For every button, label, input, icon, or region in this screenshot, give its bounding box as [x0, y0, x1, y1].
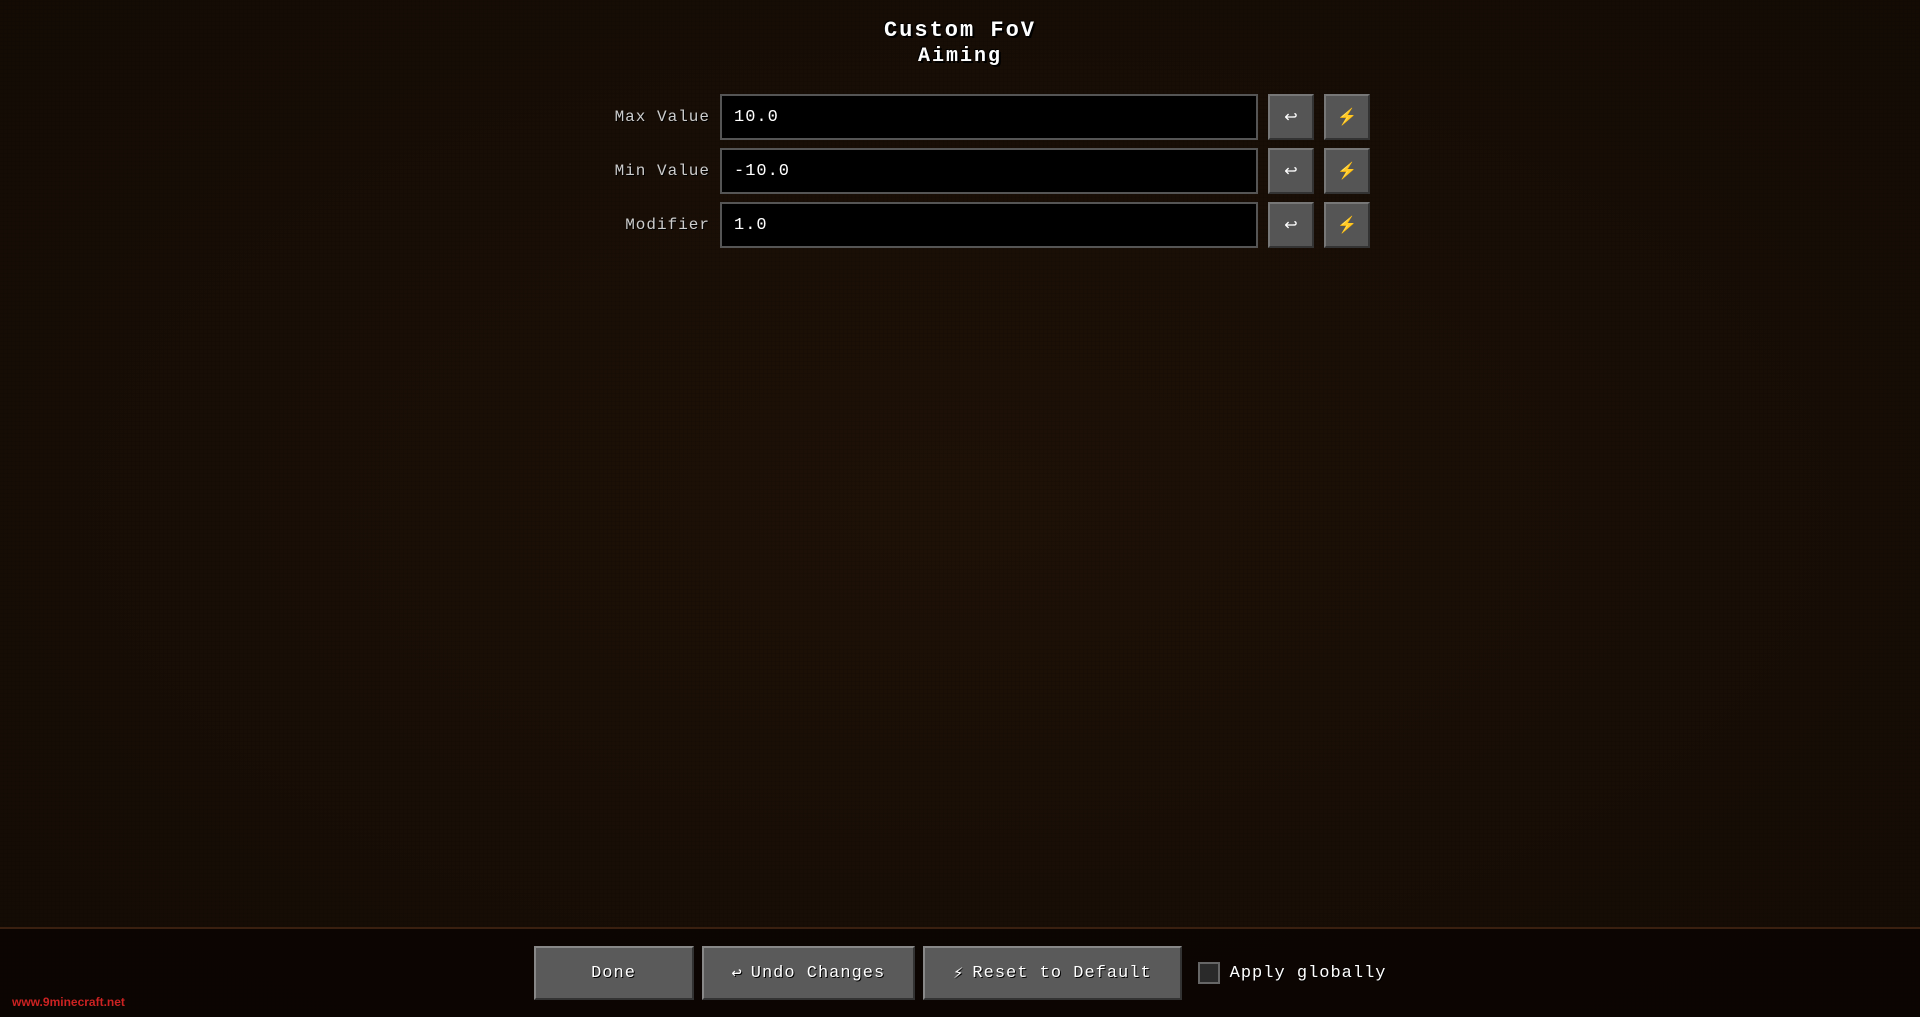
undo-icon: ↩	[1284, 215, 1297, 235]
reset-icon: ⚡	[1337, 215, 1357, 235]
watermark: www.9minecraft.net	[12, 995, 125, 1009]
reset-to-default-icon: ⚡	[953, 963, 964, 984]
undo-changes-button[interactable]: ↩ Undo Changes	[702, 946, 916, 1000]
done-button[interactable]: Done	[534, 946, 694, 1000]
min-value-reset-button[interactable]: ⚡	[1324, 148, 1370, 194]
undo-icon: ↩	[1284, 161, 1297, 181]
page-title-sub: Aiming	[0, 45, 1920, 68]
apply-globally-container: Apply globally	[1198, 962, 1387, 984]
reset-to-default-label: Reset to Default	[972, 964, 1151, 983]
max-value-label: Max Value	[550, 108, 710, 126]
max-value-input[interactable]	[720, 94, 1258, 140]
bottom-bar: Done ↩ Undo Changes ⚡ Reset to Default A…	[0, 927, 1920, 1017]
min-value-undo-button[interactable]: ↩	[1268, 148, 1314, 194]
page-title-main: Custom FoV	[0, 18, 1920, 43]
min-value-row: Min Value ↩ ⚡	[550, 148, 1370, 194]
apply-globally-checkbox[interactable]	[1198, 962, 1220, 984]
undo-icon: ↩	[1284, 107, 1297, 127]
reset-icon: ⚡	[1337, 161, 1357, 181]
max-value-undo-button[interactable]: ↩	[1268, 94, 1314, 140]
done-label: Done	[591, 964, 636, 983]
max-value-row: Max Value ↩ ⚡	[550, 94, 1370, 140]
modifier-reset-button[interactable]: ⚡	[1324, 202, 1370, 248]
min-value-label: Min Value	[550, 162, 710, 180]
reset-to-default-button[interactable]: ⚡ Reset to Default	[923, 946, 1181, 1000]
undo-changes-icon: ↩	[732, 963, 743, 984]
settings-container: Max Value ↩ ⚡ Min Value ↩ ⚡	[550, 94, 1370, 248]
max-value-reset-button[interactable]: ⚡	[1324, 94, 1370, 140]
reset-icon: ⚡	[1337, 107, 1357, 127]
min-value-input[interactable]	[720, 148, 1258, 194]
page-container: Custom FoV Aiming Max Value ↩ ⚡ Min Valu…	[0, 0, 1920, 1017]
modifier-input[interactable]	[720, 202, 1258, 248]
modifier-row: Modifier ↩ ⚡	[550, 202, 1370, 248]
apply-globally-label: Apply globally	[1230, 964, 1387, 983]
modifier-undo-button[interactable]: ↩	[1268, 202, 1314, 248]
main-content: Max Value ↩ ⚡ Min Value ↩ ⚡	[0, 74, 1920, 927]
modifier-label: Modifier	[550, 216, 710, 234]
header: Custom FoV Aiming	[0, 0, 1920, 74]
undo-changes-label: Undo Changes	[751, 964, 885, 983]
